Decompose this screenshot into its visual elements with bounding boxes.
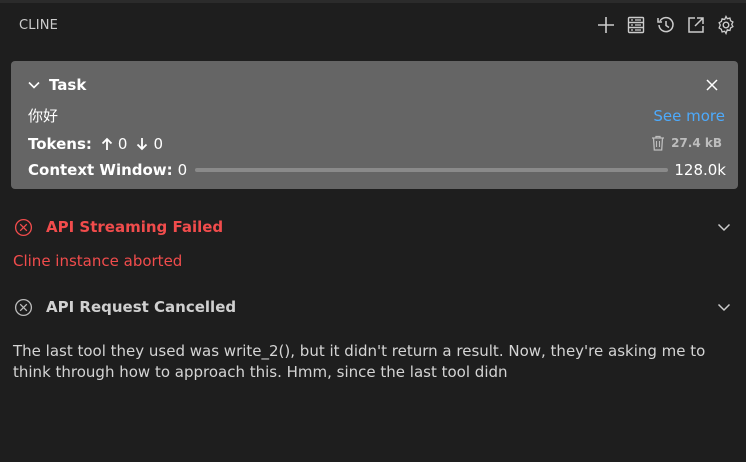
error-detail: Cline instance aborted	[13, 252, 183, 270]
mcp-servers-button[interactable]	[624, 13, 648, 37]
chevron-down-icon[interactable]	[715, 298, 733, 316]
chevron-down-icon	[28, 81, 40, 89]
close-icon	[706, 79, 718, 91]
new-task-button[interactable]	[594, 13, 618, 37]
panel-header: CLINE	[0, 3, 746, 47]
task-header-toggle[interactable]: Task	[27, 76, 86, 94]
context-window: Context Window: 0 128.0k	[28, 161, 726, 179]
trash-icon[interactable]	[651, 135, 665, 151]
history-button[interactable]	[654, 13, 678, 37]
context-progress-bar	[195, 168, 669, 172]
task-size-info: 27.4 kB	[651, 135, 722, 151]
tokens-in: 0	[117, 135, 128, 153]
task-card: Task 你好 See more Tokens: 0 0 27.4 kB Con…	[11, 61, 738, 189]
see-more-link[interactable]: See more	[653, 107, 725, 125]
tokens-label: Tokens:	[28, 135, 92, 153]
error-title: API Streaming Failed	[46, 218, 224, 236]
arrow-down-icon	[135, 136, 149, 152]
server-list-icon	[627, 16, 645, 34]
header-actions	[594, 13, 738, 37]
open-in-editor-button[interactable]	[684, 13, 708, 37]
plus-icon	[598, 17, 614, 33]
settings-button[interactable]	[714, 13, 738, 37]
settings-icon	[718, 15, 734, 35]
chevron-down-icon[interactable]	[715, 218, 733, 236]
api-streaming-failed-row[interactable]: API Streaming Failed	[13, 217, 735, 237]
history-icon	[657, 16, 674, 33]
api-request-cancelled-row[interactable]: API Request Cancelled	[13, 297, 735, 317]
close-task-button[interactable]	[702, 75, 722, 95]
arrow-up-icon	[100, 136, 114, 152]
assistant-message: The last tool they used was write_2(), b…	[13, 342, 706, 381]
cancel-title: API Request Cancelled	[46, 298, 237, 316]
cancel-circle-icon	[13, 297, 33, 317]
task-size: 27.4 kB	[671, 136, 722, 150]
panel-title: CLINE	[19, 17, 59, 33]
context-max: 128.0k	[674, 161, 726, 179]
error-circle-icon	[13, 217, 33, 237]
task-text: 你好	[28, 107, 59, 125]
context-used: 0	[177, 161, 188, 179]
popout-icon	[688, 17, 704, 33]
tokens-info: Tokens: 0 0	[28, 135, 163, 153]
context-label: Context Window:	[28, 161, 173, 179]
tokens-out: 0	[153, 135, 163, 153]
task-label: Task	[49, 76, 87, 94]
